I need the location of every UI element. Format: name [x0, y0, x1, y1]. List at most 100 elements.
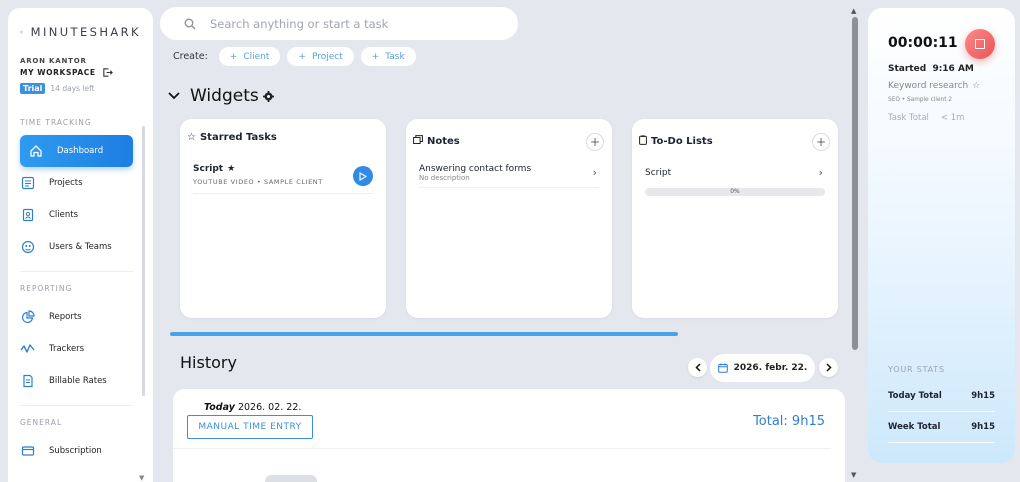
todo-list-item[interactable]: Script › 0% — [645, 166, 825, 196]
star-outline-icon: ☆ — [187, 132, 196, 143]
sidebar-item-label: Clients — [49, 210, 79, 220]
sidebar-item-trackers[interactable]: Trackers — [20, 333, 141, 365]
timer-task-name: Keyword research — [888, 81, 969, 91]
users-icon — [20, 240, 35, 255]
selected-date: 2026. febr. 22. — [733, 363, 808, 373]
sidebar-item-projects[interactable]: Projects — [20, 167, 141, 199]
projects-icon — [20, 176, 35, 191]
search-bar[interactable]: Search anything or start a task — [160, 7, 518, 40]
workspace-name[interactable]: MY WORKSPACE — [20, 68, 96, 77]
sidebar-item-billable-rates[interactable]: Billable Rates — [20, 365, 141, 397]
task-total-label: Task Total — [888, 113, 929, 123]
sidebar-item-subscription[interactable]: Subscription — [20, 435, 141, 467]
plus-icon: + — [229, 51, 238, 62]
plus-icon: + — [298, 51, 306, 62]
scroll-up-icon[interactable]: ▲ — [851, 7, 856, 15]
todo-list-name: Script — [645, 168, 672, 178]
started-time: 9:16 AM — [932, 64, 974, 74]
starred-task-item[interactable]: Script ★ YOUTUBE VIDEO • SAMPLE CLIENT — [193, 164, 373, 194]
stop-timer-button[interactable] — [965, 29, 995, 59]
card-icon — [20, 444, 35, 459]
widget-title: To-Do Lists — [651, 136, 713, 147]
chip-label: Client — [243, 51, 270, 62]
starred-tasks-widget: ☆ Starred Tasks Script ★ YOUTUBE VIDEO •… — [180, 119, 386, 318]
sidebar-item-users-teams[interactable]: Users & Teams — [20, 231, 141, 263]
timer-task-total: Task Total < 1m — [888, 113, 964, 123]
create-project-button[interactable]: + Project — [287, 47, 354, 66]
stat-today-label: Today Total — [888, 391, 942, 401]
add-todo-list-button[interactable]: + — [812, 133, 830, 151]
timer-project-client: SEO • Sample client 2 — [888, 97, 953, 103]
collapse-chevron-icon[interactable] — [168, 92, 180, 100]
app-logo[interactable]: MINUTESHARK — [20, 19, 141, 45]
sidebar-scrollbar[interactable] — [142, 126, 145, 396]
user-block: ARON KANTOR MY WORKSPACE Trial 14 days l… — [20, 57, 141, 94]
sidebar-item-label: Projects — [49, 178, 83, 188]
create-client-button[interactable]: + Client — [218, 47, 281, 66]
timer-panel: 00:00:11 Started 9:16 AM Keyword researc… — [868, 8, 1015, 463]
sidebar-divider — [20, 271, 133, 272]
todo-progress-bar: 0% — [645, 188, 825, 196]
sidebar-item-clients[interactable]: Clients — [20, 199, 141, 231]
nav-time-tracking: Dashboard Projects Clients Users & Teams — [20, 135, 141, 263]
sidebar-scroll-down-icon[interactable]: ▼ — [139, 474, 144, 482]
started-label: Started — [888, 64, 927, 74]
section-label-time-tracking: TIME TRACKING — [20, 118, 92, 127]
star-outline-icon[interactable]: ☆ — [972, 81, 980, 91]
sidebar-item-label: Users & Teams — [49, 242, 112, 252]
create-row: Create: + Client + Project + Task — [173, 47, 416, 66]
trackers-icon — [20, 342, 35, 357]
main-scrollbar-thumb[interactable] — [852, 17, 858, 350]
sidebar-divider — [20, 405, 133, 406]
progress-label: 0% — [730, 188, 740, 195]
next-day-button[interactable] — [819, 358, 838, 377]
note-description: No description — [419, 174, 470, 182]
add-note-button[interactable]: + — [586, 133, 604, 151]
task-name: Script — [193, 164, 224, 174]
day-label: Today 2026. 02. 22. — [204, 402, 301, 413]
notes-widget: Notes + Answering contact forms No descr… — [406, 119, 612, 318]
timer-elapsed: 00:00:11 — [888, 35, 958, 51]
create-task-button[interactable]: + Task — [360, 47, 416, 66]
stat-week-label: Week Total — [888, 422, 941, 432]
note-item[interactable]: Answering contact forms No description › — [419, 164, 599, 188]
stats-label: YOUR STATS — [888, 365, 945, 374]
widgets-horizontal-scrollbar[interactable] — [170, 332, 678, 336]
stat-divider — [888, 411, 995, 412]
search-icon — [184, 18, 196, 29]
note-title: Answering contact forms — [419, 164, 532, 174]
sidebar-item-label: Trackers — [49, 344, 85, 354]
task-total-value: < 1m — [940, 113, 965, 123]
plus-icon: + — [589, 135, 601, 149]
clipboard-icon — [639, 135, 647, 148]
chevron-right-icon: › — [592, 166, 597, 179]
notes-icon — [413, 135, 423, 147]
sidebar-item-reports[interactable]: Reports — [20, 301, 141, 333]
stat-today: Today Total 9h15 — [888, 391, 995, 401]
plus-icon: + — [815, 135, 827, 149]
gear-icon[interactable] — [262, 90, 274, 102]
timer-started: Started 9:16 AM — [888, 64, 974, 74]
switch-workspace-icon[interactable] — [102, 67, 113, 78]
search-input[interactable]: Search anything or start a task — [210, 17, 388, 31]
chip-label: Task — [385, 51, 405, 62]
day-prefix: Today — [204, 402, 235, 413]
manual-time-entry-button[interactable]: MANUAL TIME ENTRY — [187, 415, 313, 439]
task-project-client: YOUTUBE VIDEO • SAMPLE CLIENT — [193, 178, 323, 186]
trial-badge: Trial — [20, 83, 46, 94]
chevron-left-icon — [694, 363, 701, 372]
previous-day-button[interactable] — [688, 358, 707, 377]
history-day-card: Today 2026. 02. 22. MANUAL TIME ENTRY To… — [173, 389, 845, 482]
date-picker[interactable]: 2026. febr. 22. — [710, 354, 815, 382]
sidebar-item-dashboard[interactable]: Dashboard — [20, 135, 133, 167]
star-filled-icon[interactable]: ★ — [227, 164, 235, 174]
timer-task[interactable]: Keyword research ☆ — [888, 81, 980, 91]
plus-icon: + — [371, 51, 380, 62]
scroll-down-icon[interactable]: ▼ — [851, 471, 856, 479]
day-total: Total: 9h15 — [753, 414, 825, 429]
chevron-right-icon: › — [818, 166, 823, 179]
stop-icon — [975, 39, 985, 49]
clients-icon — [20, 208, 35, 223]
start-task-button[interactable] — [353, 166, 373, 186]
logo-icon — [20, 30, 23, 34]
